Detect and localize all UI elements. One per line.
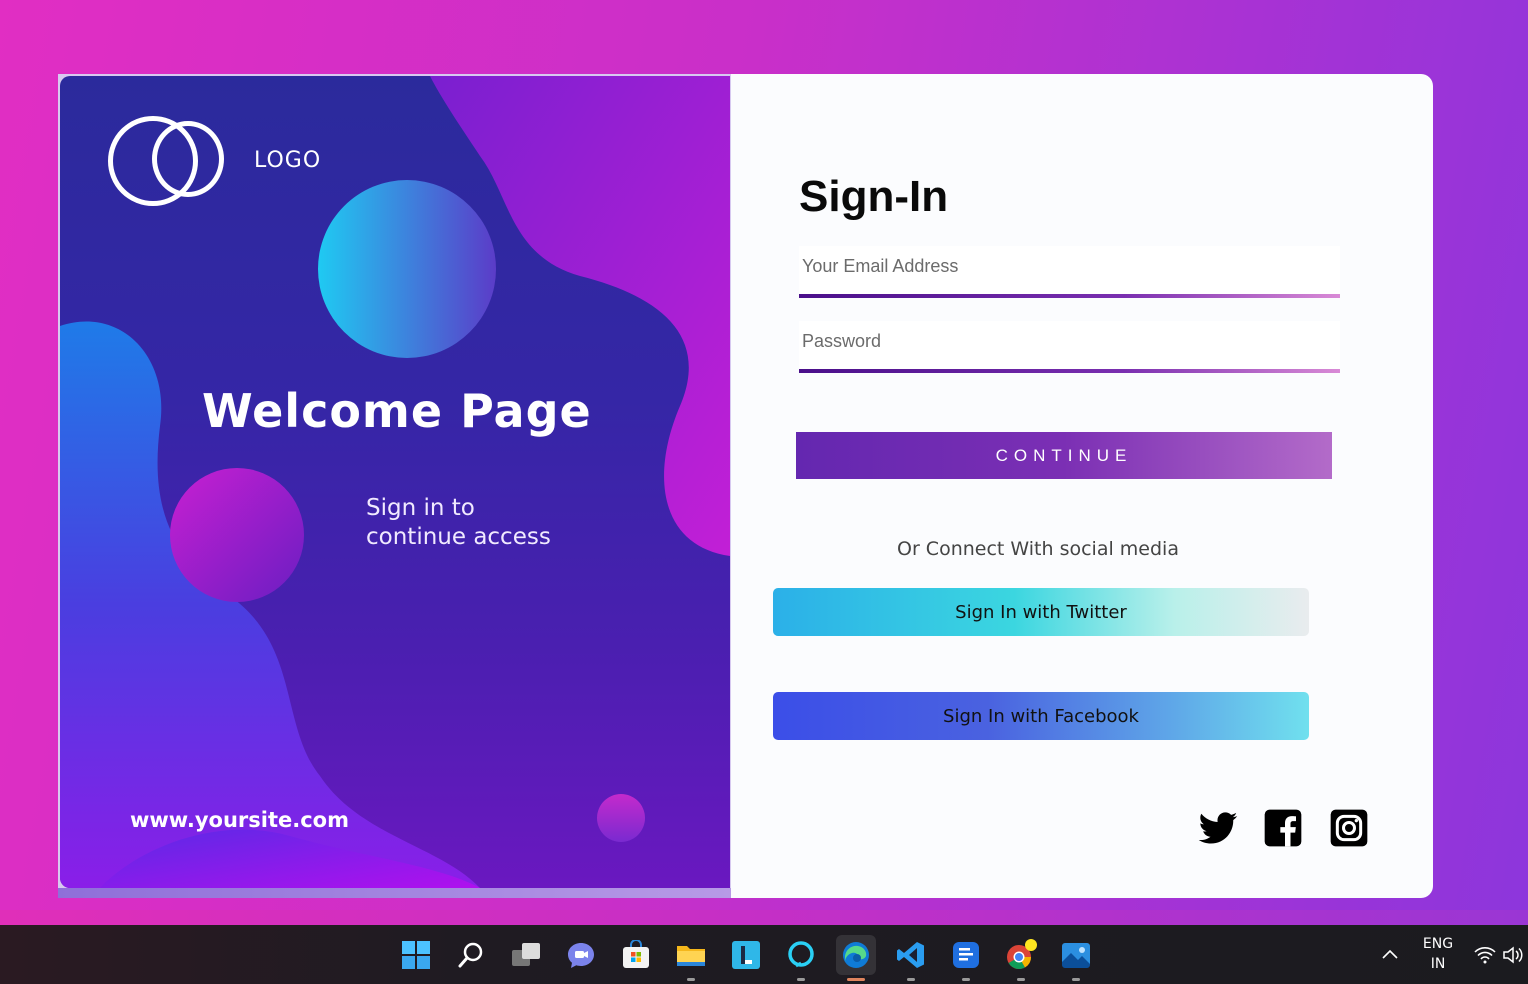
email-underline	[799, 294, 1340, 298]
twitter-icon[interactable]	[1197, 808, 1239, 850]
welcome-title: Welcome Page	[202, 384, 592, 438]
cortana-indicator	[797, 978, 805, 981]
password-field-wrapper	[799, 321, 1340, 373]
password-underline	[799, 369, 1340, 373]
edge-indicator	[847, 978, 865, 981]
welcome-subtitle: Sign in to continue access	[366, 494, 606, 552]
welcome-banner: LOGO Welcome Page Sign in to continue ac…	[58, 74, 732, 898]
email-field[interactable]	[799, 246, 1340, 294]
continue-button[interactable]: CONTINUE	[796, 432, 1332, 479]
facebook-icon[interactable]	[1263, 808, 1305, 850]
docs-app-indicator	[962, 978, 970, 981]
twitter-signin-button[interactable]: Sign In with Twitter	[773, 588, 1309, 636]
vscode-icon[interactable]	[891, 935, 931, 981]
welcome-subtitle-line2: continue access	[366, 524, 551, 550]
start-icon[interactable]	[396, 935, 436, 975]
instagram-icon[interactable]	[1329, 808, 1371, 850]
welcome-banner-art: LOGO Welcome Page Sign in to continue ac…	[60, 76, 730, 888]
social-connect-text: Or Connect With social media	[897, 538, 1179, 560]
search-icon[interactable]	[451, 935, 491, 975]
microsoft-store-icon[interactable]	[616, 935, 656, 975]
chevron-up-icon[interactable]	[1372, 935, 1408, 975]
taskbar: ENG IN	[0, 925, 1528, 984]
cyan-circle	[318, 180, 496, 358]
language-line1: ENG	[1422, 936, 1454, 952]
task-view-icon[interactable]	[506, 935, 546, 975]
edge-icon[interactable]	[836, 935, 876, 981]
photos-icon[interactable]	[1056, 935, 1096, 981]
language-line2: IN	[1430, 956, 1446, 972]
banner-bottom-strip	[58, 888, 732, 898]
small-circle	[597, 794, 645, 842]
page-title: Sign-In	[799, 172, 949, 221]
cortana-icon[interactable]	[781, 935, 821, 981]
logo-text: LOGO	[254, 148, 322, 173]
website-text: www.yoursite.com	[130, 808, 349, 832]
password-field[interactable]	[799, 321, 1340, 369]
desktop-band	[0, 910, 1528, 926]
chrome-indicator	[1017, 978, 1025, 981]
email-field-wrapper	[799, 246, 1340, 298]
logo-ring-right	[152, 121, 224, 197]
photos-indicator	[1072, 978, 1080, 981]
teams-chat-icon[interactable]	[561, 935, 601, 975]
l-app-icon[interactable]	[726, 935, 766, 975]
wifi-icon[interactable]	[1470, 935, 1500, 975]
vscode-indicator	[907, 978, 915, 981]
docs-app-icon[interactable]	[946, 935, 986, 981]
file-explorer-indicator	[687, 978, 695, 981]
file-explorer-icon[interactable]	[671, 935, 711, 981]
signin-card: Sign-In CONTINUE Or Connect With social …	[731, 74, 1433, 898]
chrome-icon[interactable]	[1001, 935, 1041, 981]
facebook-signin-button[interactable]: Sign In with Facebook	[773, 692, 1309, 740]
volume-icon[interactable]	[1498, 935, 1528, 975]
magenta-circle	[170, 468, 304, 602]
welcome-subtitle-line1: Sign in to	[366, 495, 475, 521]
language-indicator[interactable]: ENG IN	[1416, 934, 1460, 974]
